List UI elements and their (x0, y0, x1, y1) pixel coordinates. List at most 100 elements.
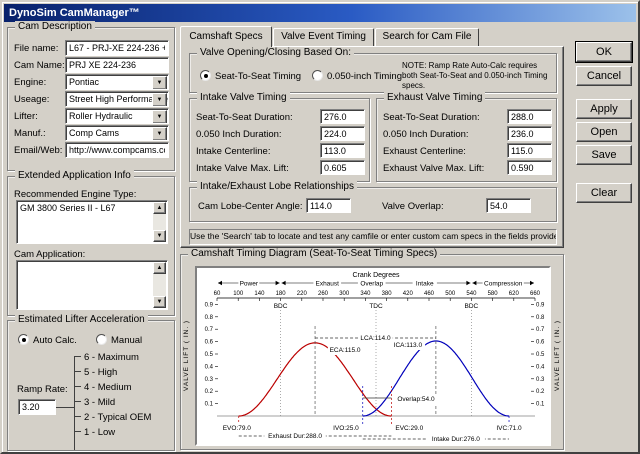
ok-button[interactable]: OK (576, 42, 632, 62)
exhaust-050-duration-label: 0.050 Inch Duration: (383, 129, 469, 140)
svg-text:220: 220 (297, 291, 308, 297)
auto-calc-radio[interactable] (18, 334, 29, 345)
manual-radio[interactable] (96, 334, 107, 345)
useage-select[interactable]: Street High Performance ▼ (65, 91, 169, 107)
svg-text:IVO:25.0: IVO:25.0 (333, 425, 359, 432)
lobe-relationships-title: Intake/Exhaust Lobe Relationships (197, 181, 357, 192)
timing-diagram-title: Camshaft Timing Diagram (Seat-To-Seat Ti… (188, 248, 440, 259)
lifter-dropdown-button[interactable]: ▼ (152, 110, 167, 124)
clear-button[interactable]: Clear (576, 183, 632, 203)
inch-timing-label[interactable]: 0.050-inch Timing (327, 71, 402, 82)
svg-text:0.3: 0.3 (205, 377, 214, 383)
svg-text:540: 540 (466, 291, 477, 297)
ramp-scale-item: 5 - High (84, 367, 117, 378)
tab-search-for-cam-file[interactable]: Search for Cam File (375, 28, 479, 46)
svg-text:620: 620 (509, 291, 520, 297)
ramp-rate-label: Ramp Rate: (17, 384, 68, 395)
seat-to-seat-radio[interactable] (200, 70, 211, 81)
intake-timing-title: Intake Valve Timing (197, 92, 290, 103)
exhaust-centerline-label: Exhaust Centerline: (383, 146, 466, 157)
scroll-down-icon[interactable]: ▼ (153, 230, 166, 242)
manuf-dropdown-button[interactable]: ▼ (152, 127, 167, 141)
exhaust-050-duration-input[interactable] (507, 126, 552, 141)
save-button[interactable]: Save (576, 145, 632, 165)
ramp-scale-tick (74, 386, 81, 387)
engine-type-scrollbar[interactable]: ▲ ▼ (153, 202, 166, 242)
tab-valve-event-timing[interactable]: Valve Event Timing (273, 28, 374, 46)
exhaust-timing-group: Exhaust Valve Timing Seat-To-Seat Durati… (376, 98, 557, 182)
useage-dropdown-button[interactable]: ▼ (152, 93, 167, 107)
svg-text:0.2: 0.2 (536, 389, 545, 395)
cam-description-title: Cam Description (15, 21, 95, 32)
ramp-scale-tick (74, 371, 81, 372)
cam-name-input[interactable] (65, 57, 169, 73)
svg-text:ICA:113.0: ICA:113.0 (394, 342, 423, 349)
scroll-up-icon[interactable]: ▲ (153, 202, 166, 214)
cancel-button[interactable]: Cancel (576, 66, 632, 86)
intake-centerline-input[interactable] (320, 143, 365, 158)
engine-type-textarea[interactable]: GM 3800 Series II - L67 ▲ ▼ (16, 200, 168, 244)
svg-text:460: 460 (424, 291, 435, 297)
useage-label: Useage: (14, 94, 49, 105)
svg-text:0.6: 0.6 (205, 340, 214, 346)
valve-overlap-label: Valve Overlap: (382, 201, 444, 212)
seat-to-seat-label[interactable]: Seat-To-Seat Timing (215, 71, 301, 82)
ramp-scale-item: 6 - Maximum (84, 352, 139, 363)
engine-value: Pontiac (69, 77, 99, 87)
lifter-acceleration-title: Estimated Lifter Acceleration (15, 314, 148, 325)
svg-text:Overlap: Overlap (360, 281, 383, 288)
svg-text:BDC: BDC (274, 303, 288, 310)
exhaust-sts-duration-label: Seat-To-Seat Duration: (383, 112, 480, 123)
ramp-rate-input[interactable] (18, 399, 56, 415)
svg-text:Intake: Intake (416, 281, 434, 288)
tab-camshaft-specs[interactable]: Camshaft Specs (180, 26, 272, 47)
engine-dropdown-button[interactable]: ▼ (152, 76, 167, 90)
intake-sts-duration-input[interactable] (320, 109, 365, 124)
engine-select[interactable]: Pontiac ▼ (65, 74, 169, 90)
svg-text:140: 140 (254, 291, 265, 297)
svg-text:EVC:29.0: EVC:29.0 (395, 425, 423, 432)
file-name-input[interactable] (65, 40, 169, 56)
svg-text:580: 580 (488, 291, 499, 297)
manuf-value: Comp Cams (69, 128, 119, 138)
scroll-up-icon[interactable]: ▲ (153, 262, 166, 274)
open-button[interactable]: Open (576, 122, 632, 142)
svg-text:0.5: 0.5 (205, 352, 214, 358)
valve-basis-group: Valve Opening/Closing Based On: Seat-To-… (189, 53, 557, 93)
email-web-label: Email/Web: (14, 145, 62, 156)
svg-text:380: 380 (382, 291, 393, 297)
svg-text:Compression: Compression (484, 281, 523, 288)
svg-text:100: 100 (233, 291, 244, 297)
intake-max-lift-input[interactable] (320, 160, 365, 175)
scroll-down-icon[interactable]: ▼ (153, 296, 166, 308)
tab-label: Search for Cam File (383, 31, 472, 42)
manuf-label: Manuf.: (14, 128, 46, 139)
valve-lift-axis-label-right: VALVE LIFT ( IN. ) (554, 280, 561, 430)
svg-text:TDC: TDC (369, 303, 383, 310)
intake-sts-duration-label: Seat-To-Seat Duration: (196, 112, 293, 123)
exhaust-centerline-input[interactable] (507, 143, 552, 158)
svg-text:660: 660 (530, 291, 541, 297)
cam-application-textarea[interactable]: ▲ ▼ (16, 260, 168, 310)
manual-label[interactable]: Manual (111, 335, 142, 346)
exhaust-max-lift-input[interactable] (507, 160, 552, 175)
svg-text:0.9: 0.9 (536, 302, 545, 308)
cam-application-scrollbar[interactable]: ▲ ▼ (153, 262, 166, 308)
exhaust-sts-duration-input[interactable] (507, 109, 552, 124)
apply-button[interactable]: Apply (576, 99, 632, 119)
svg-text:0.3: 0.3 (536, 377, 545, 383)
manuf-select[interactable]: Comp Cams ▼ (65, 125, 169, 141)
intake-max-lift-label: Intake Valve Max. Lift: (196, 163, 289, 174)
valve-lift-axis-label-left: VALVE LIFT ( IN. ) (183, 280, 190, 430)
auto-calc-label[interactable]: Auto Calc. (33, 335, 77, 346)
window-title: DynoSim CamManager™ (9, 7, 140, 19)
svg-text:0.2: 0.2 (205, 389, 214, 395)
lobe-center-angle-input[interactable] (306, 198, 351, 213)
lifter-select[interactable]: Roller Hydraulic ▼ (65, 108, 169, 124)
valve-basis-title: Valve Opening/Closing Based On: (197, 47, 354, 58)
intake-050-duration-input[interactable] (320, 126, 365, 141)
svg-text:260: 260 (318, 291, 329, 297)
inch-timing-radio[interactable] (312, 70, 323, 81)
svg-text:0.8: 0.8 (536, 315, 545, 321)
email-web-input[interactable] (65, 142, 169, 158)
